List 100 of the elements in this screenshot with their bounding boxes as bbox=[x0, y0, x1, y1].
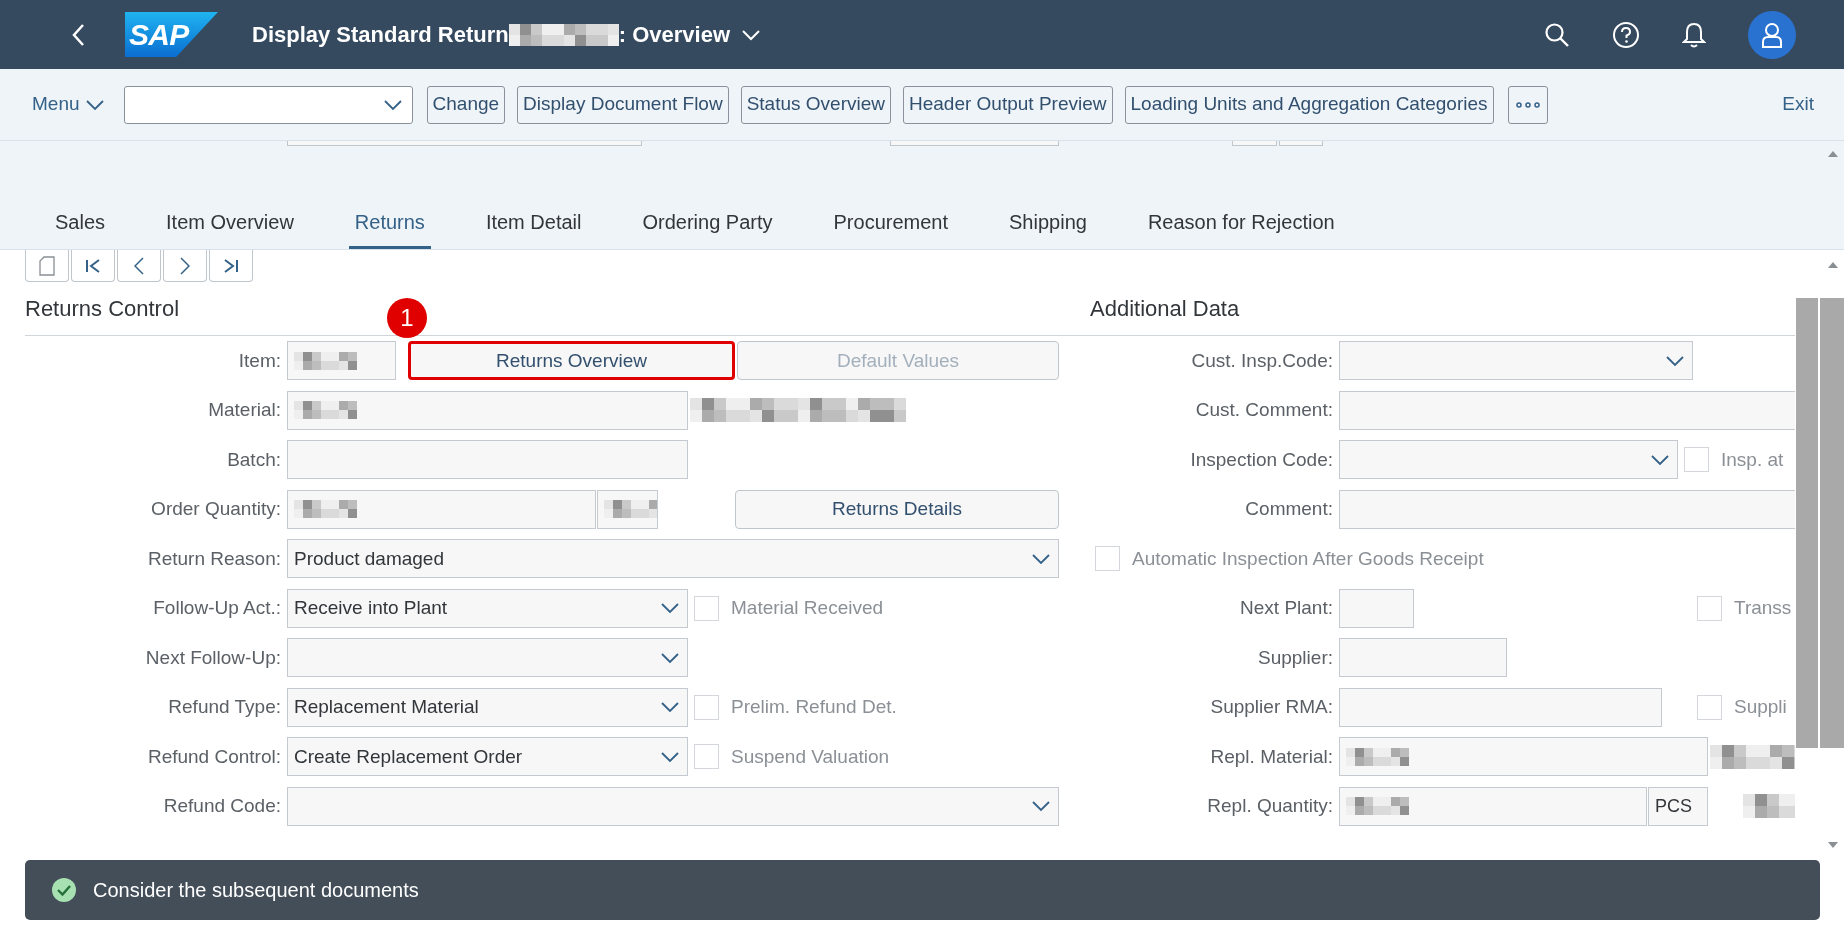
tab[interactable]: Returns bbox=[348, 207, 431, 249]
input-field[interactable] bbox=[287, 440, 688, 480]
nav-button[interactable] bbox=[71, 250, 115, 282]
input-field[interactable] bbox=[287, 489, 596, 529]
checkbox-label: Automatic Inspection After Goods Receipt bbox=[1132, 546, 1484, 571]
input-field[interactable] bbox=[1339, 390, 1795, 430]
section-title: Returns Control bbox=[25, 295, 180, 323]
tab[interactable]: Procurement bbox=[827, 207, 955, 249]
dropdown-field[interactable] bbox=[1339, 341, 1693, 381]
field-label: Comment: bbox=[1244, 497, 1334, 521]
chevron-down-icon bbox=[383, 98, 402, 111]
field-label: Supplier RMA: bbox=[1209, 695, 1334, 719]
tab[interactable]: Reason for Rejection bbox=[1141, 207, 1341, 249]
chevron-down-icon bbox=[661, 750, 679, 763]
nav-button[interactable] bbox=[209, 250, 253, 282]
field-label: Next Plant: bbox=[1239, 596, 1334, 620]
toolbar-button[interactable]: Loading Units and Aggregation Categories bbox=[1124, 85, 1494, 124]
input-field[interactable] bbox=[1339, 489, 1795, 529]
section-title: Additional Data bbox=[1090, 295, 1240, 323]
field-label: Supplier: bbox=[1257, 645, 1334, 670]
field-label: Material: bbox=[207, 398, 282, 422]
message-text: Consider the subsequent documents bbox=[93, 878, 419, 903]
input-field[interactable] bbox=[1339, 737, 1708, 777]
chevron-down-icon bbox=[661, 701, 679, 714]
input-field[interactable] bbox=[1232, 141, 1277, 146]
back-icon bbox=[71, 22, 85, 47]
input-field[interactable] bbox=[287, 141, 642, 146]
checkbox[interactable] bbox=[1697, 595, 1722, 621]
checkbox[interactable] bbox=[1697, 694, 1722, 720]
dropdown-field[interactable]: Product damaged bbox=[287, 539, 1059, 579]
dropdown-field[interactable] bbox=[1339, 440, 1678, 480]
field-label: Order Quantity: bbox=[150, 497, 282, 521]
checkbox[interactable] bbox=[1684, 447, 1709, 473]
input-field[interactable] bbox=[597, 489, 658, 529]
toolbar-button[interactable]: Status Overview bbox=[740, 85, 891, 124]
previous-icon bbox=[134, 256, 144, 275]
scrollbar-thumb[interactable] bbox=[1820, 298, 1844, 748]
help-icon[interactable] bbox=[1612, 20, 1640, 49]
scroll-up-icon[interactable] bbox=[1828, 151, 1838, 157]
input-field[interactable] bbox=[1279, 141, 1323, 146]
scroll-up-icon[interactable] bbox=[1828, 262, 1838, 268]
search-icon[interactable] bbox=[1544, 21, 1570, 48]
dropdown-field[interactable] bbox=[287, 638, 688, 678]
input-field[interactable] bbox=[1339, 687, 1662, 727]
tab[interactable]: Sales bbox=[49, 207, 112, 249]
user-avatar[interactable] bbox=[1748, 10, 1796, 59]
input-field[interactable] bbox=[1339, 638, 1507, 678]
field-label: Batch: bbox=[226, 447, 282, 472]
checkbox-label: Suppli bbox=[1734, 695, 1787, 719]
toolbar-button[interactable]: Change bbox=[426, 85, 506, 124]
chevron-down-icon bbox=[661, 602, 679, 615]
input-field[interactable] bbox=[287, 390, 688, 430]
chevron-down-icon bbox=[1032, 552, 1050, 565]
field-label: Cust. Comment: bbox=[1194, 398, 1334, 422]
input-field[interactable] bbox=[287, 341, 396, 381]
chevron-down-icon[interactable] bbox=[742, 28, 760, 41]
input-field[interactable] bbox=[1339, 786, 1647, 826]
person-icon bbox=[1761, 21, 1783, 48]
dropdown-field[interactable] bbox=[287, 786, 1059, 826]
input-field[interactable] bbox=[1339, 588, 1414, 628]
field-label: Refund Control: bbox=[146, 744, 282, 769]
exit-button[interactable]: Exit bbox=[1782, 90, 1814, 119]
dropdown-field[interactable]: Create Replacement Order bbox=[287, 737, 688, 777]
tab[interactable]: Ordering Party bbox=[636, 207, 779, 249]
dropdown-field[interactable]: Replacement Material bbox=[287, 687, 688, 727]
scrollbar-thumb[interactable] bbox=[1796, 298, 1818, 748]
command-field[interactable] bbox=[123, 85, 413, 124]
tab[interactable]: Item Overview bbox=[160, 207, 300, 249]
toolbar-button[interactable]: Header Output Preview bbox=[903, 85, 1113, 124]
action-button[interactable]: Returns Details bbox=[735, 489, 1059, 529]
tab[interactable]: Item Detail bbox=[479, 207, 588, 249]
menu-button[interactable]: Menu bbox=[32, 90, 104, 119]
chevron-down-icon bbox=[1651, 453, 1669, 466]
checkbox[interactable] bbox=[694, 595, 719, 621]
input-field[interactable] bbox=[890, 141, 1059, 146]
notification-bell-icon[interactable] bbox=[1682, 20, 1706, 49]
field-label: Refund Type: bbox=[167, 695, 282, 719]
checkbox-label: Material Received bbox=[731, 596, 884, 620]
chevron-down-icon bbox=[1666, 354, 1684, 367]
tab[interactable]: Shipping bbox=[1003, 207, 1093, 249]
field-label: Next Follow-Up: bbox=[144, 645, 282, 670]
success-icon bbox=[51, 877, 77, 903]
document-icon bbox=[39, 255, 55, 276]
logo-text: SAP bbox=[129, 19, 189, 50]
window-title: Display Standard Return bbox=[252, 21, 509, 49]
checkbox-label: Prelim. Refund Det. bbox=[731, 695, 897, 719]
checkbox-label: Transs bbox=[1734, 596, 1792, 620]
field-label: Follow-Up Act.: bbox=[152, 596, 282, 620]
last-page-icon bbox=[223, 258, 239, 273]
scroll-down-icon[interactable] bbox=[1828, 842, 1838, 848]
more-button[interactable] bbox=[1507, 85, 1548, 124]
dropdown-field[interactable]: Receive into Plant bbox=[287, 588, 688, 628]
toolbar-button[interactable]: Display Document Flow bbox=[517, 85, 729, 124]
window-title: : Overview bbox=[618, 21, 730, 49]
checkbox[interactable] bbox=[694, 744, 719, 770]
checkbox[interactable] bbox=[694, 694, 719, 720]
chevron-down-icon bbox=[85, 98, 104, 111]
field-label: Refund Code: bbox=[162, 794, 282, 818]
input-field[interactable]: PCS bbox=[1648, 786, 1708, 826]
checkbox[interactable] bbox=[1095, 546, 1120, 572]
